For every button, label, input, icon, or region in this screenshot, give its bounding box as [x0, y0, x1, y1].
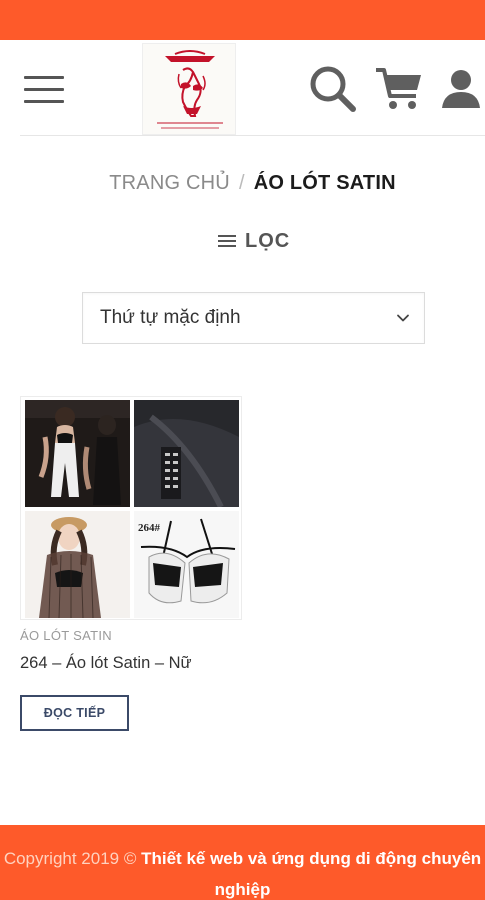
filter-lines-icon: [218, 234, 236, 248]
user-account-icon[interactable]: [440, 68, 482, 110]
copyright-text: Copyright 2019 ©: [3, 849, 137, 868]
product-image[interactable]: 264#: [20, 396, 242, 620]
chevron-down-icon: [397, 314, 409, 322]
footer-credit-link[interactable]: Thiết kế web và ứng dụng di động chuyên …: [141, 849, 481, 899]
bikini-silhouette-logo-icon: [157, 50, 223, 129]
filter-label: LỌC: [245, 229, 291, 252]
read-more-button[interactable]: ĐỌC TIẾP: [20, 695, 129, 731]
site-footer: Copyright 2019 © Thiết kế web và ứng dụn…: [0, 825, 485, 900]
sort-order-select[interactable]: Thứ tự mặc định: [82, 292, 425, 344]
search-icon[interactable]: [308, 64, 358, 114]
site-logo[interactable]: [142, 43, 236, 135]
hamburger-menu-icon[interactable]: [24, 74, 64, 106]
product-category: ÁO LÓT SATIN: [20, 628, 112, 643]
product-title-link[interactable]: 264 – Áo lót Satin – Nữ: [20, 654, 192, 673]
breadcrumb-home-link[interactable]: TRANG CHỦ: [109, 172, 230, 194]
top-bar: [0, 0, 485, 40]
product-image-caption: 264#: [138, 522, 161, 534]
shopping-cart-icon[interactable]: [374, 66, 424, 112]
breadcrumb-current: ÁO LÓT SATIN: [253, 172, 396, 194]
breadcrumb-separator: /: [238, 172, 245, 194]
breadcrumb: TRANG CHỦ / ÁO LÓT SATIN: [0, 172, 485, 195]
sort-order-value: Thứ tự mặc định: [100, 307, 241, 328]
filter-button[interactable]: LỌC: [218, 228, 290, 254]
header-divider: [20, 135, 485, 136]
product-card: 264# ÁO LÓT SATIN 264 – Áo lót Satin – N…: [20, 396, 242, 736]
